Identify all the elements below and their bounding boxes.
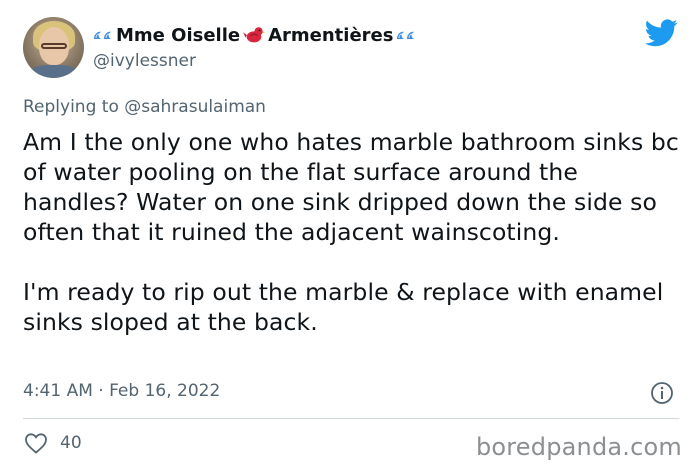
divider — [23, 418, 679, 419]
like-count: 40 — [60, 433, 82, 453]
display-name[interactable]: Mme Oiselle Armentières — [93, 22, 416, 48]
avatar-glasses — [41, 43, 67, 49]
tweet-text: Am I the only one who hates marble bathr… — [23, 127, 688, 337]
twitter-bird-icon[interactable] — [645, 19, 678, 47]
heart-icon — [25, 433, 47, 454]
watermark: boredpanda.com — [475, 433, 682, 461]
replying-to-handle[interactable]: @sahrasulaiman — [124, 97, 266, 117]
tweet-timestamp[interactable]: 4:41 AM · Feb 16, 2022 — [23, 381, 220, 401]
user-handle[interactable]: @ivylessner — [93, 51, 196, 71]
replying-to: Replying to @sahrasulaiman — [23, 97, 266, 117]
display-name-part2: Armentières — [268, 24, 394, 46]
avatar-shirt — [29, 65, 79, 78]
tweet-paragraph: I'm ready to rip out the marble & replac… — [23, 278, 664, 336]
like-button[interactable]: 40 — [24, 432, 82, 454]
water-wave-icon — [397, 31, 416, 39]
info-icon[interactable] — [650, 381, 674, 405]
red-bird-icon — [243, 27, 266, 43]
replying-to-label: Replying to — [23, 97, 119, 117]
display-name-part1: Mme Oiselle — [116, 24, 241, 46]
tweet-card: Mme Oiselle Armentières @ivylessner Repl… — [0, 0, 700, 471]
avatar[interactable] — [23, 17, 84, 78]
water-wave-icon — [94, 31, 112, 39]
tweet-paragraph: Am I the only one who hates marble bathr… — [23, 128, 679, 246]
